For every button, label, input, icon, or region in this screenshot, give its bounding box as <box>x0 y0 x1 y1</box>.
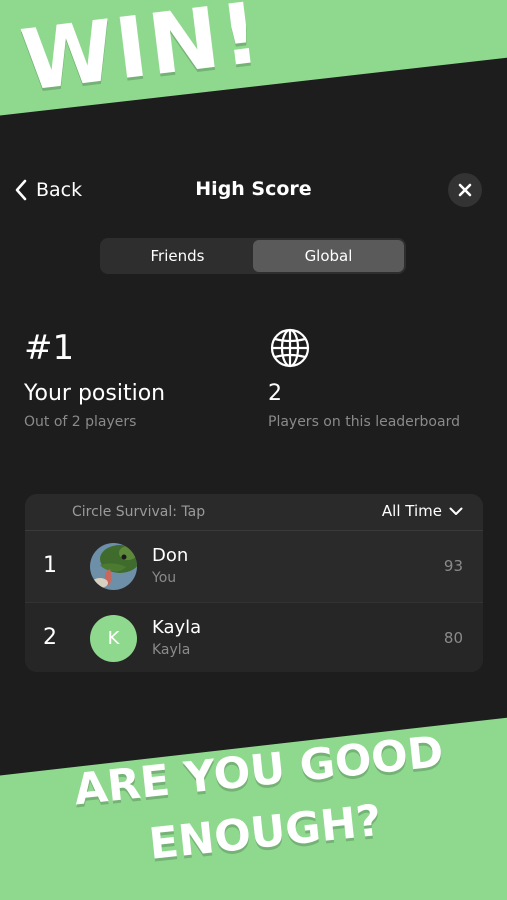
row-rank: 2 <box>43 625 57 650</box>
player-score: 93 <box>443 557 463 575</box>
lizard-avatar-image <box>90 543 137 590</box>
time-filter-label: All Time <box>381 502 442 520</box>
letter-avatar: K <box>90 615 137 662</box>
time-filter-dropdown[interactable]: All Time <box>382 502 463 520</box>
player-name: Kayla <box>152 617 202 638</box>
leaderboard-row[interactable]: 1 Don You 93 <box>25 531 483 602</box>
player-subtitle: You <box>152 570 177 586</box>
leaderboard-header: Circle Survival: Tap All Time <box>25 494 483 531</box>
row-rank: 1 <box>43 553 57 578</box>
close-button[interactable] <box>448 173 482 207</box>
close-icon <box>458 183 472 197</box>
player-name: Don <box>152 545 189 566</box>
leaderboard-card: Circle Survival: Tap All Time 1 Don You … <box>25 494 483 672</box>
tab-friends[interactable]: Friends <box>102 240 253 272</box>
position-title: Your position <box>24 381 166 406</box>
page-title: High Score <box>195 178 312 200</box>
player-count: 2 <box>268 381 282 406</box>
position-rank: #1 <box>24 328 75 368</box>
leaderboard-row[interactable]: 2 K Kayla Kayla 80 <box>25 602 483 672</box>
player-score: 80 <box>443 629 463 647</box>
tab-global[interactable]: Global <box>253 240 404 272</box>
chevron-down-icon <box>449 507 463 515</box>
leaderboard-scope-tabs: Friends Global <box>100 238 406 274</box>
lizard-avatar <box>90 543 137 590</box>
globe-icon <box>270 328 310 368</box>
player-count-subtitle: Players on this leaderboard <box>268 414 460 430</box>
game-name: Circle Survival: Tap <box>72 504 206 520</box>
position-subtitle: Out of 2 players <box>24 414 137 430</box>
player-subtitle: Kayla <box>152 642 191 658</box>
